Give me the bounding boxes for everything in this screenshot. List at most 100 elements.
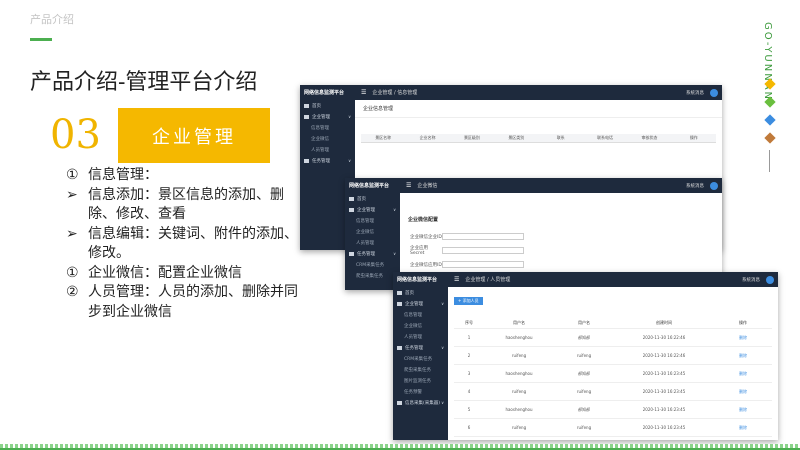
- sidebar-item-info-manage[interactable]: 信息管理: [393, 309, 448, 320]
- brand-text: GO-YUNNAN: [762, 22, 773, 102]
- column-header: 联系: [556, 135, 565, 140]
- sidebar-item-label: 人员管理: [311, 147, 329, 153]
- sidebar-item-info-manage[interactable]: 信息管理: [345, 215, 400, 226]
- sidebar-item-label: 信息管理: [311, 125, 329, 131]
- column-header: 景区级别: [463, 135, 480, 140]
- app-secret-field[interactable]: [442, 247, 524, 254]
- section-title-box: 企业管理: [118, 108, 270, 163]
- table-row: 2 ruifeng ruifeng 2020-11-30 16:22:46 删除: [454, 347, 772, 365]
- sidebar-item-label: 任务预警: [404, 389, 422, 395]
- form-row: 企业微信企业ID: [410, 233, 722, 240]
- sidebar-item-tasks[interactable]: 任务管理 ∨: [393, 342, 448, 353]
- delete-link[interactable]: 删除: [714, 335, 772, 341]
- staff-table: 序号 用户名 用户名 创建时间 操作 1 haoshenghou 郝知郝 202…: [454, 317, 772, 437]
- agent-id-field[interactable]: [442, 261, 524, 268]
- table-row: 3 haoshenghou 郝知郝 2020-11-30 16:23:45 删除: [454, 365, 772, 383]
- sidebar-item-enterprise[interactable]: 企业管理 ∨: [300, 111, 355, 122]
- chevron-down-icon: ∨: [393, 207, 396, 212]
- sys-message-link[interactable]: 系统消息: [742, 277, 760, 283]
- home-icon: [349, 196, 354, 201]
- avatar[interactable]: [766, 275, 774, 284]
- sidebar-item-task-1[interactable]: CRM采集任务: [345, 259, 400, 270]
- app-header: 网络信息监测平台 ☰ 企业管理 / 信息管理 系统消息: [300, 85, 722, 100]
- sidebar-item-tasks[interactable]: 任务管理 ∨: [300, 155, 355, 166]
- avatar[interactable]: [710, 88, 718, 97]
- sidebar-item-home[interactable]: 首页: [393, 287, 448, 298]
- folder-icon: [304, 114, 309, 119]
- column-header: 操作: [739, 319, 747, 325]
- add-user-button[interactable]: + 添加人员: [454, 297, 483, 305]
- cell-name: 郝知郝: [578, 334, 590, 340]
- field-label: 企业微信应用ID: [410, 262, 442, 268]
- cell-name: ruifeng: [576, 425, 592, 430]
- sys-message-link[interactable]: 系统消息: [686, 90, 704, 96]
- sidebar-item-enterprise-wechat[interactable]: 企业微信: [300, 133, 355, 144]
- delete-link[interactable]: 删除: [714, 407, 772, 413]
- diamond-4: [764, 132, 776, 144]
- sidebar-item-enterprise[interactable]: 企业管理 ∨: [393, 298, 448, 309]
- table-header: 景区名称 企业名称 景区级别 景区类别 联系 联系电话 审核状态 操作: [361, 134, 716, 143]
- column-header: 用户名: [513, 319, 525, 325]
- app-header: 网络信息监测平台 ☰ 企业微信 系统消息: [345, 178, 722, 193]
- menu-icon[interactable]: ☰: [361, 89, 366, 96]
- column-header: 序号: [465, 319, 473, 325]
- table-row: 1 haoshenghou 郝知郝 2020-11-30 16:22:46 删除: [454, 329, 772, 347]
- app-logo: 网络信息监测平台: [349, 183, 390, 189]
- app-header: 网络信息监测平台 ☰ 企业管理 / 人员管理 系统消息: [393, 272, 778, 287]
- sidebar-item-staff[interactable]: 人员管理: [300, 144, 355, 155]
- sidebar-item-label: 首页: [312, 103, 321, 109]
- cell-no: 1: [467, 335, 471, 340]
- top-accent-line: [30, 38, 52, 41]
- menu-icon[interactable]: ☰: [406, 182, 411, 189]
- cell-user: ruifeng: [511, 425, 527, 430]
- sidebar-item-staff[interactable]: 人员管理: [345, 237, 400, 248]
- sidebar-item-task-2[interactable]: 爬虫采集任务: [345, 270, 400, 281]
- sidebar-item-label: 任务管理: [405, 345, 423, 351]
- sidebar-item-enterprise-wechat[interactable]: 企业微信: [345, 226, 400, 237]
- sidebar-item-home[interactable]: 首页: [345, 193, 400, 204]
- chevron-down-icon: ∨: [393, 251, 396, 256]
- delete-link[interactable]: 删除: [714, 371, 772, 377]
- sidebar-item-enterprise-wechat[interactable]: 企业微信: [393, 320, 448, 331]
- sidebar-item-label: 信息管理: [404, 312, 422, 318]
- bullet-text: 企业微信：配置企业微信: [88, 264, 242, 281]
- sidebar-item-tasks[interactable]: 任务管理 ∨: [345, 248, 400, 259]
- sidebar-item-info-manage[interactable]: 信息管理: [300, 122, 355, 133]
- delete-link[interactable]: 删除: [714, 389, 772, 395]
- diamond-3: [764, 114, 776, 126]
- sidebar-item-task-2[interactable]: 爬虫采集任务: [393, 364, 448, 375]
- app-logo: 网络信息监测平台: [397, 277, 438, 283]
- corp-id-field[interactable]: [442, 233, 524, 240]
- sidebar: 首页 企业管理 ∨ 信息管理 企业微信 人员管理 任务管理 ∨ CRM采集任务 爬虫…: [393, 287, 448, 440]
- avatar[interactable]: [710, 181, 718, 190]
- folder-icon: [349, 251, 354, 256]
- sidebar-item-label: 企业微信: [311, 136, 329, 142]
- sidebar-item-label: 首页: [405, 290, 414, 296]
- bullet-item: ① 企业微信：配置企业微信: [66, 264, 298, 284]
- delete-link[interactable]: 删除: [714, 425, 772, 431]
- folder-icon: [304, 158, 309, 163]
- section-title: 企业管理: [152, 126, 236, 148]
- bullet-item: ➢ 信息添加：景区信息的添加、删除、修改、查看: [66, 186, 298, 225]
- folder-icon: [397, 301, 402, 306]
- bullet-marker: ①: [66, 167, 79, 183]
- sidebar-item-label: 爬虫采集任务: [404, 367, 431, 373]
- sidebar-item-info-collect[interactable]: 信息采集(采集器) ∨: [393, 397, 448, 408]
- menu-icon[interactable]: ☰: [454, 276, 459, 283]
- cell-user: haoshenghou: [505, 335, 533, 340]
- sidebar-item-home[interactable]: 首页: [300, 100, 355, 111]
- delete-link[interactable]: 删除: [714, 353, 772, 359]
- sidebar-item-task-4[interactable]: 任务预警: [393, 386, 448, 397]
- sidebar-item-task-1[interactable]: CRM采集任务: [393, 353, 448, 364]
- sidebar-item-task-3[interactable]: 图片监测任务: [393, 375, 448, 386]
- sys-message-link[interactable]: 系统消息: [686, 183, 704, 189]
- folder-icon: [397, 345, 402, 350]
- column-header: 审核状态: [641, 135, 658, 140]
- column-header: 用户名: [578, 319, 590, 325]
- sidebar-item-enterprise[interactable]: 企业管理 ∨: [345, 204, 400, 215]
- bullet-marker: ➢: [66, 225, 78, 242]
- cell-no: 6: [467, 425, 471, 430]
- bullet-item: ① 信息管理：: [66, 166, 298, 186]
- sidebar-item-label: 图片监测任务: [404, 378, 431, 384]
- sidebar-item-staff[interactable]: 人员管理: [393, 331, 448, 342]
